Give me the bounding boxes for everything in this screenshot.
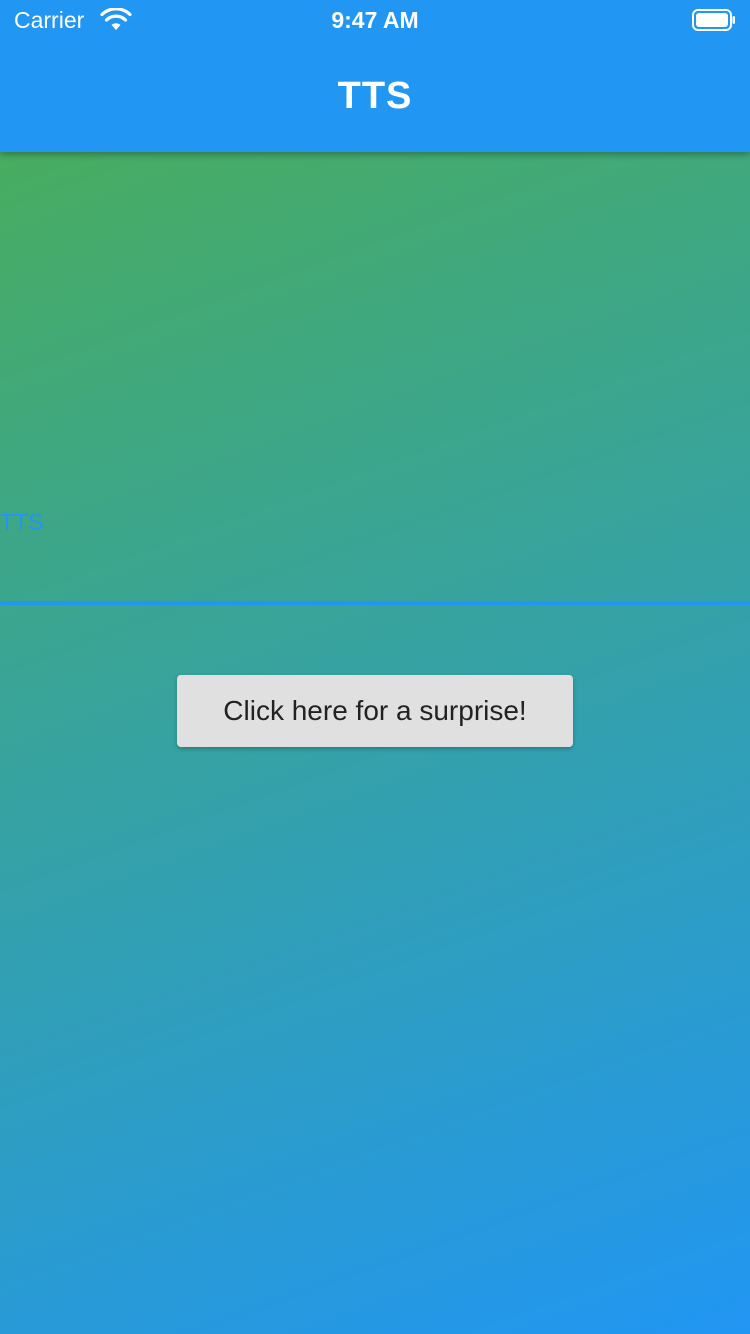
surprise-button[interactable]: Click here for a surprise! — [177, 675, 573, 747]
clock-time: 9:47 AM — [331, 7, 419, 33]
divider — [0, 601, 750, 605]
app-bar: Carrier 9:47 AM TTS — [0, 0, 750, 152]
app-screen: Carrier 9:47 AM TTS TTS Click here for a… — [0, 0, 750, 1334]
battery-full-icon — [692, 9, 735, 31]
tts-text-label: TTS — [0, 509, 44, 535]
app-title: TTS — [337, 75, 413, 117]
content-top-section — [0, 152, 750, 601]
status-bar: Carrier 9:47 AM — [0, 0, 750, 40]
